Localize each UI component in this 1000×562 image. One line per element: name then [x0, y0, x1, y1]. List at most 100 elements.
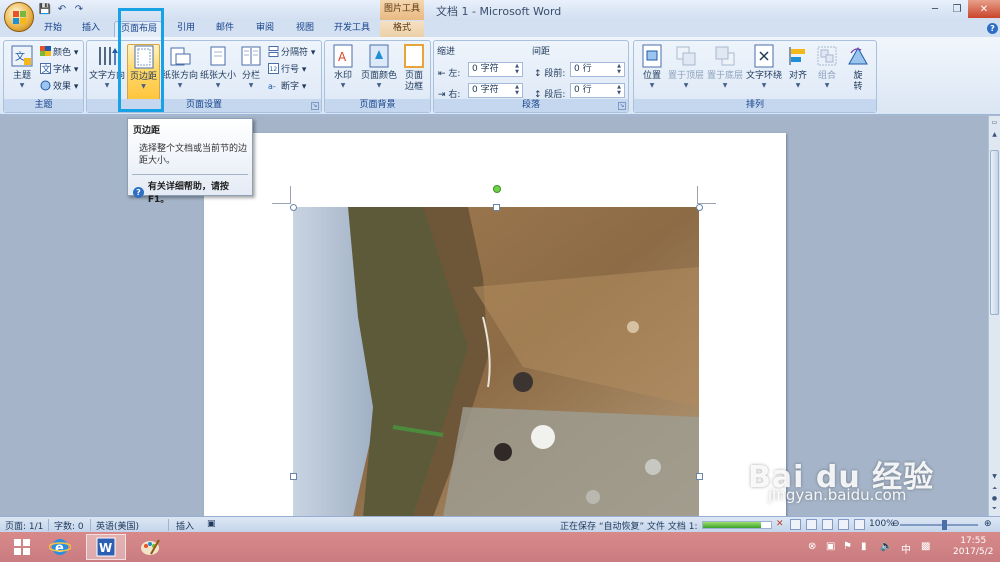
insert-mode[interactable]: 插入 — [176, 519, 194, 532]
help-icon[interactable]: ? — [987, 23, 998, 34]
rotate-icon — [847, 44, 869, 68]
next-page-icon[interactable]: ⏷ — [990, 504, 999, 513]
zoom-slider-thumb[interactable] — [942, 520, 947, 530]
columns-button[interactable]: 分栏 ▼ — [238, 44, 264, 90]
spinner-arrows-icon[interactable]: ▲ ▼ — [513, 63, 521, 75]
theme-effects-button[interactable]: 效果 ▾ — [39, 78, 78, 92]
input-method-indicator[interactable]: 中 — [901, 541, 911, 556]
paragraph-dialog-launcher-icon[interactable]: ↘ — [618, 102, 626, 110]
ime-toolbar-icon[interactable]: ▩ — [921, 541, 930, 552]
restore-button[interactable]: ❐ — [946, 0, 968, 18]
draft-view-icon[interactable] — [854, 519, 865, 530]
ruler-toggle-icon[interactable]: ▭ — [990, 118, 999, 127]
tab-insert[interactable]: 插入 — [74, 21, 108, 37]
taskbar-word[interactable]: W — [86, 534, 126, 560]
theme-colors-label: 颜色 ▾ — [53, 47, 79, 58]
themes-button[interactable]: 文 主题 ▼ — [7, 44, 37, 90]
spacing-before-spinner[interactable]: 0 行 ▲ ▼ — [570, 62, 625, 77]
word-count[interactable]: 字数: 0 — [54, 519, 84, 532]
page-count[interactable]: 页面: 1/1 — [5, 519, 43, 532]
rotate-button[interactable]: 旋 转 — [844, 44, 872, 93]
columns-label: 分栏 — [241, 71, 260, 81]
macro-record-icon[interactable]: ▣ — [207, 519, 216, 529]
indent-left-spinner[interactable]: 0 字符 ▲ ▼ — [468, 62, 523, 77]
tab-review[interactable]: 审阅 — [248, 21, 282, 37]
full-screen-view-icon[interactable] — [806, 519, 817, 530]
system-clock[interactable]: 17:55 2017/5/2 — [953, 536, 993, 558]
align-button[interactable]: 对齐 ▼ — [785, 44, 811, 90]
page-borders-button[interactable]: 页面 边框 — [401, 44, 427, 93]
hyphenation-button[interactable]: a- 断字 ▾ — [267, 78, 307, 92]
tab-view[interactable]: 视图 — [288, 21, 322, 37]
tab-references[interactable]: 引用 — [170, 21, 202, 37]
svg-text:W: W — [99, 541, 112, 555]
resize-handle[interactable] — [290, 204, 297, 211]
vertical-scrollbar[interactable]: ▭ ▲ ▼ ⏶ ● ⏷ — [988, 116, 1000, 516]
indent-left-icon: ⇤ — [438, 69, 446, 79]
web-layout-view-icon[interactable] — [822, 519, 833, 530]
scroll-down-icon[interactable]: ▼ — [990, 472, 999, 481]
tab-home[interactable]: 开始 — [36, 21, 70, 37]
spacing-before-icon: ↕ — [534, 69, 542, 79]
scroll-up-icon[interactable]: ▲ — [990, 130, 999, 139]
group-button[interactable]: 组合 ▼ — [814, 44, 840, 90]
chevron-down-icon: ▼ — [340, 82, 346, 89]
scroll-thumb[interactable] — [990, 150, 999, 315]
redo-icon[interactable]: ↷ — [72, 3, 86, 16]
breaks-button[interactable]: 分隔符 ▾ — [267, 44, 315, 58]
save-icon[interactable]: 💾 — [38, 3, 52, 16]
text-wrapping-button[interactable]: 文字环绕 ▼ — [745, 44, 783, 90]
network-icon[interactable]: ⊗ — [808, 541, 816, 552]
zoom-level[interactable]: 100% — [869, 519, 895, 529]
office-button[interactable] — [4, 2, 34, 32]
tab-developer[interactable]: 开发工具 — [328, 21, 376, 37]
inserted-photo[interactable] — [293, 207, 699, 517]
orientation-button[interactable]: 纸张方向 ▼ — [162, 44, 198, 90]
send-to-back-button[interactable]: 置于底层 ▼ — [706, 44, 744, 90]
close-button[interactable]: ✕ — [968, 0, 1000, 18]
resize-handle[interactable] — [696, 473, 703, 480]
zoom-out-icon[interactable]: ⊖ — [892, 519, 900, 529]
position-button[interactable]: 位置 ▼ — [637, 44, 667, 90]
indent-left-value: 0 字符 — [472, 64, 499, 74]
resize-handle[interactable] — [493, 204, 500, 211]
minimize-button[interactable]: ─ — [924, 0, 946, 18]
bring-to-front-button[interactable]: 置于顶层 ▼ — [667, 44, 705, 90]
tray-expand-icon[interactable]: ⚑ — [843, 541, 852, 552]
cancel-save-icon[interactable]: ✕ — [776, 519, 784, 529]
print-layout-view-icon[interactable] — [790, 519, 801, 530]
line-numbers-button[interactable]: 12 行号 ▾ — [267, 61, 306, 75]
taskbar-paint[interactable] — [130, 534, 170, 560]
outline-view-icon[interactable] — [838, 519, 849, 530]
watermark-button[interactable]: A 水印 ▼ — [328, 44, 358, 90]
battery-icon[interactable]: ▮ — [861, 541, 867, 552]
page-setup-dialog-launcher-icon[interactable]: ↘ — [311, 102, 319, 110]
resize-handle[interactable] — [696, 204, 703, 211]
tab-format[interactable]: 格式 — [380, 21, 424, 37]
page-color-button[interactable]: 页面颜色 ▼ — [359, 44, 399, 90]
spinner-arrows-icon[interactable]: ▲ ▼ — [615, 84, 623, 96]
spinner-arrows-icon[interactable]: ▲ ▼ — [615, 63, 623, 75]
spacing-after-spinner[interactable]: 0 行 ▲ ▼ — [570, 83, 625, 98]
chevron-down-icon: ▼ — [722, 82, 728, 89]
spacing-heading: 间距 — [532, 47, 551, 57]
undo-icon[interactable]: ↶ — [55, 3, 69, 16]
tab-mailings[interactable]: 邮件 — [208, 21, 242, 37]
theme-colors-button[interactable]: 颜色 ▾ — [39, 44, 78, 58]
language-status[interactable]: 英语(美国) — [96, 519, 139, 532]
zoom-slider[interactable] — [900, 524, 978, 526]
taskbar-internet-explorer[interactable]: e — [40, 534, 80, 560]
zoom-in-icon[interactable]: ⊕ — [984, 519, 992, 529]
word-app-icon: W — [96, 537, 116, 557]
tray-app-icon[interactable]: ▣ — [826, 541, 835, 552]
browse-object-icon[interactable]: ● — [990, 494, 999, 503]
resize-handle[interactable] — [290, 473, 297, 480]
start-button[interactable] — [2, 534, 42, 560]
theme-fonts-button[interactable]: 文 字体 ▾ — [39, 61, 78, 75]
spinner-arrows-icon[interactable]: ▲ ▼ — [513, 84, 521, 96]
size-button[interactable]: 纸张大小 ▼ — [199, 44, 237, 90]
indent-right-spinner[interactable]: 0 字符 ▲ ▼ — [468, 83, 523, 98]
previous-page-icon[interactable]: ⏶ — [990, 484, 999, 493]
volume-icon[interactable]: 🔈 — [880, 541, 892, 552]
rotation-handle[interactable] — [493, 185, 501, 193]
